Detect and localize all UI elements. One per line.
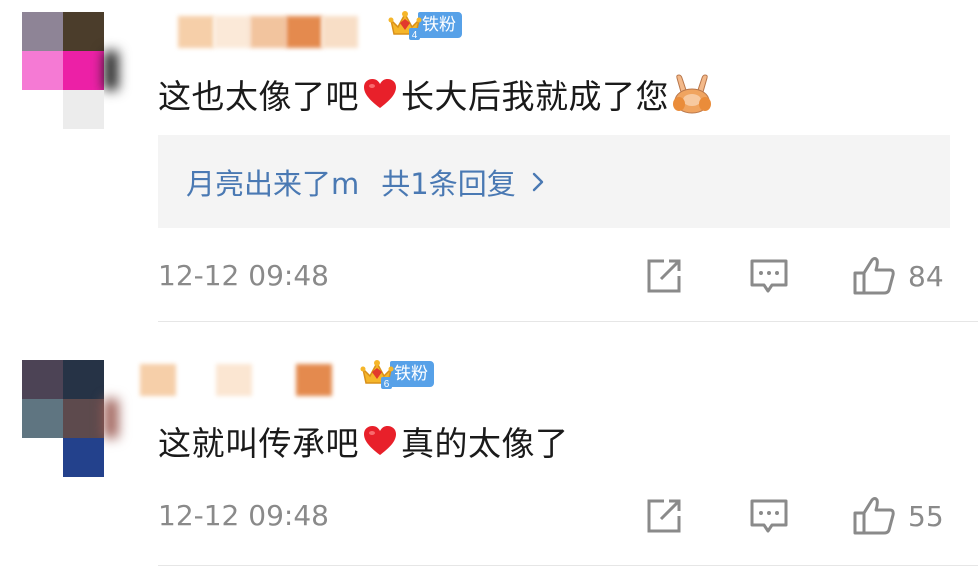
username-pixel — [286, 16, 322, 48]
username-pixel — [178, 16, 214, 48]
like-icon — [853, 257, 895, 295]
avatar-pixel — [22, 360, 63, 399]
like-count: 55 — [908, 499, 944, 533]
like-icon — [853, 497, 895, 535]
username-pixel — [140, 364, 176, 396]
share-button[interactable] — [644, 256, 684, 296]
comment-button[interactable] — [748, 256, 790, 296]
username-pixel — [296, 364, 332, 396]
comment-text-part: 这也太像了吧 — [158, 77, 359, 116]
reply-preview[interactable]: 月亮出来了m 共1条回复 — [158, 135, 950, 228]
fan-badge[interactable]: 4 铁粉 — [388, 8, 462, 42]
victory-hand-emoji — [671, 74, 713, 114]
avatar-pixel — [104, 51, 118, 90]
avatar-pixel — [22, 12, 63, 51]
username-pixel — [214, 16, 250, 48]
like-button[interactable]: 84 — [852, 256, 944, 296]
comment-text-part: 这就叫传承吧 — [158, 424, 359, 463]
share-icon — [647, 259, 681, 293]
username-mosaic[interactable] — [178, 14, 358, 48]
comment-item: 4 铁粉 这也太像了吧 长大后我就成了您 月亮出来了m 共1条回复 12-12 … — [0, 0, 978, 322]
avatar-pixel — [63, 90, 104, 129]
avatar[interactable] — [22, 12, 118, 130]
comment-item: 6 铁粉 这就叫传承吧 真的太像了 12-12 09:48 55 — [0, 322, 978, 566]
svg-text:4: 4 — [412, 30, 418, 41]
avatar-pixel — [63, 360, 104, 399]
fan-badge[interactable]: 6 铁粉 — [360, 357, 434, 391]
avatar-pixel — [22, 399, 63, 438]
comment-text: 这也太像了吧 长大后我就成了您 — [158, 72, 713, 116]
comment-text-part: 长大后我就成了您 — [401, 77, 669, 116]
crown-icon: 6 — [360, 357, 394, 391]
like-count: 84 — [908, 259, 944, 293]
comment-text-part: 真的太像了 — [401, 424, 569, 463]
username-mosaic[interactable] — [140, 362, 332, 396]
username-pixel — [250, 16, 286, 48]
username-pixel — [252, 364, 296, 396]
comment-icon — [750, 499, 788, 533]
avatar-pixel — [63, 12, 104, 51]
svg-text:6: 6 — [384, 379, 390, 390]
comment-text: 这就叫传承吧 真的太像了 — [158, 419, 569, 463]
badge-label: 铁粉 — [418, 12, 462, 38]
chevron-right-icon — [532, 172, 543, 191]
avatar-pixel — [63, 438, 104, 477]
avatar-pixel — [104, 399, 118, 438]
username-pixel — [176, 364, 216, 396]
comment-icon — [750, 259, 788, 293]
heart-emoji — [362, 77, 398, 111]
avatar-pixel — [63, 51, 104, 90]
crown-icon: 4 — [388, 8, 422, 42]
like-button[interactable]: 55 — [852, 496, 944, 536]
avatar-pixel — [63, 399, 104, 438]
username-pixel — [216, 364, 252, 396]
reply-count[interactable]: 共1条回复 — [381, 161, 515, 203]
comment-button[interactable] — [748, 496, 790, 536]
share-button[interactable] — [644, 496, 684, 536]
avatar-pixel — [22, 51, 63, 90]
reply-username[interactable]: 月亮出来了m — [186, 161, 359, 203]
heart-emoji — [362, 424, 398, 458]
share-icon — [647, 499, 681, 533]
username-pixel — [322, 16, 358, 48]
avatar[interactable] — [22, 360, 118, 478]
badge-label: 铁粉 — [390, 361, 434, 387]
